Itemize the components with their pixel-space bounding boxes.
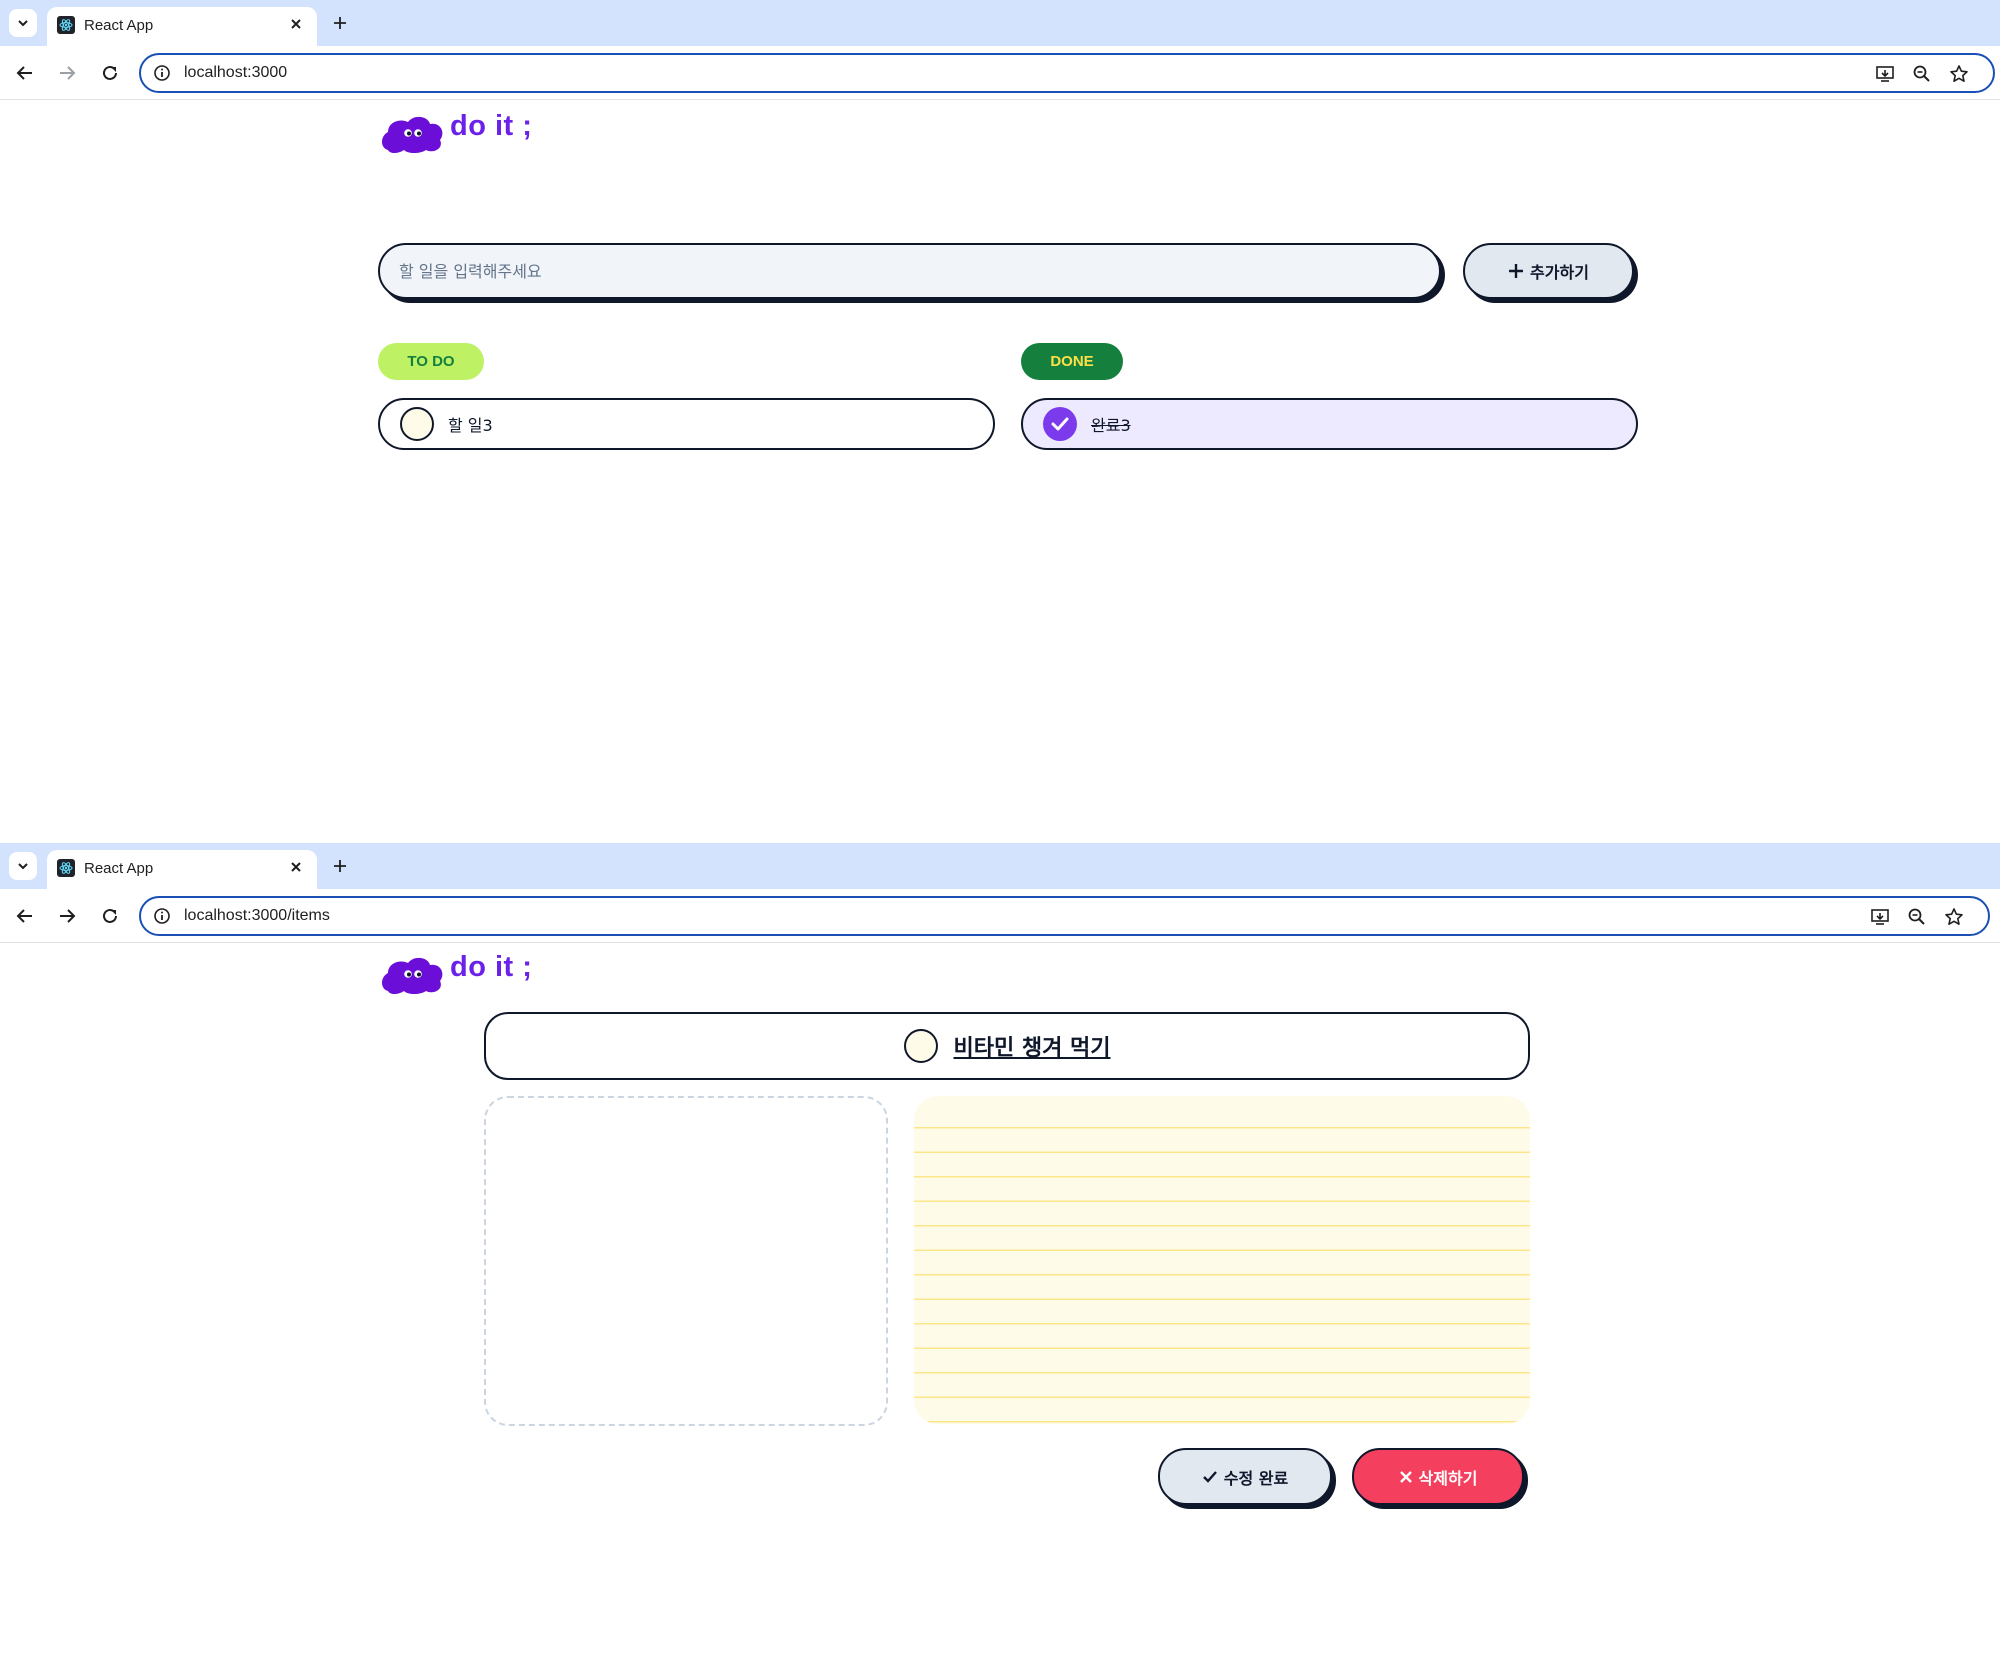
info-icon[interactable] — [153, 64, 171, 82]
url-text: localhost:3000 — [184, 64, 288, 81]
plus-icon — [1509, 264, 1524, 278]
logo-text: do it ; — [450, 110, 533, 142]
arrow-right-icon — [60, 66, 76, 80]
logo-text: do it ; — [450, 951, 533, 983]
plus-icon — [334, 17, 346, 29]
done-item-text: 완료3 — [1091, 416, 1131, 435]
install-app-icon[interactable] — [1874, 63, 1896, 85]
delete-button[interactable]: 삭제하기 — [1352, 1448, 1524, 1505]
app-logo[interactable]: do it ; — [380, 110, 540, 154]
tab-title: React App — [84, 17, 154, 34]
edit-complete-label: 수정 완료 — [1223, 1468, 1289, 1488]
back-button[interactable] — [10, 58, 40, 88]
chevron-down-icon — [18, 20, 28, 27]
react-icon — [57, 16, 75, 34]
todo-input[interactable] — [380, 245, 1439, 297]
tab-search-button[interactable] — [9, 9, 37, 37]
bookmark-star-icon[interactable] — [1943, 906, 1965, 928]
screenshot-home: React App localhost:3000 do it ; 할 일을 입력… — [0, 0, 2000, 843]
add-button[interactable]: 추가하기 — [1463, 243, 1634, 299]
cloud-mascot-icon — [382, 957, 443, 994]
close-icon[interactable] — [285, 856, 307, 878]
tab-strip: React App — [0, 0, 2000, 46]
address-bar[interactable]: localhost:3000/items — [139, 896, 1990, 936]
done-badge: DONE — [1021, 343, 1123, 380]
edit-complete-button[interactable]: 수정 완료 — [1158, 1448, 1332, 1505]
todo-item-text: 할 일3 — [448, 416, 493, 435]
zoom-icon[interactable] — [1911, 63, 1933, 85]
reload-button[interactable] — [95, 58, 125, 88]
todo-item[interactable]: 할 일3 — [378, 398, 995, 450]
info-icon[interactable] — [153, 907, 171, 925]
tab-strip: React App — [0, 843, 2000, 889]
back-button[interactable] — [10, 901, 40, 931]
screenshot-item-detail: React App localhost:3000/items do it ; 비… — [0, 843, 2000, 1653]
x-icon — [1399, 1470, 1412, 1483]
todo-input-wrapper — [378, 243, 1441, 299]
arrow-left-icon — [16, 909, 32, 923]
chevron-down-icon — [18, 863, 28, 870]
tab-title: React App — [84, 860, 154, 877]
memo-textarea[interactable] — [914, 1096, 1530, 1424]
detail-title[interactable]: 비타민 챙겨 먹기 — [954, 1030, 1111, 1062]
browser-tab[interactable]: React App — [47, 850, 317, 889]
react-icon — [57, 859, 75, 877]
reload-button[interactable] — [95, 901, 125, 931]
close-icon[interactable] — [285, 13, 307, 35]
arrow-left-icon — [16, 66, 32, 80]
checked-circle-icon[interactable] — [1043, 407, 1077, 441]
image-upload-area[interactable] — [484, 1096, 888, 1426]
todo-badge: TO DO — [378, 343, 484, 380]
reload-icon — [103, 65, 117, 80]
new-tab-button[interactable] — [326, 9, 354, 37]
detail-title-box: 비타민 챙겨 먹기 — [484, 1012, 1530, 1080]
unchecked-circle-icon[interactable] — [903, 1029, 938, 1063]
reload-icon — [103, 908, 117, 923]
url-text: localhost:3000/items — [184, 907, 330, 924]
plus-icon — [334, 860, 346, 872]
bookmark-star-icon[interactable] — [1948, 63, 1970, 85]
unchecked-circle-icon[interactable] — [400, 407, 434, 441]
install-app-icon[interactable] — [1869, 906, 1891, 928]
check-icon — [1202, 1470, 1217, 1483]
done-item[interactable]: 완료3 — [1021, 398, 1638, 450]
browser-toolbar: localhost:3000/items — [0, 889, 2000, 943]
tab-search-button[interactable] — [9, 852, 37, 880]
delete-label: 삭제하기 — [1418, 1468, 1478, 1488]
browser-toolbar: localhost:3000 — [0, 46, 2000, 100]
address-bar[interactable]: localhost:3000 — [139, 53, 1995, 93]
new-tab-button[interactable] — [326, 852, 354, 880]
add-button-label: 추가하기 — [1530, 263, 1589, 282]
app-logo[interactable]: do it ; — [380, 951, 540, 995]
memo-area — [914, 1096, 1530, 1424]
forward-button[interactable] — [52, 901, 82, 931]
forward-button[interactable] — [52, 58, 82, 88]
browser-tab[interactable]: React App — [47, 7, 317, 46]
arrow-right-icon — [60, 909, 76, 923]
cloud-mascot-icon — [382, 116, 443, 153]
zoom-icon[interactable] — [1906, 906, 1928, 928]
